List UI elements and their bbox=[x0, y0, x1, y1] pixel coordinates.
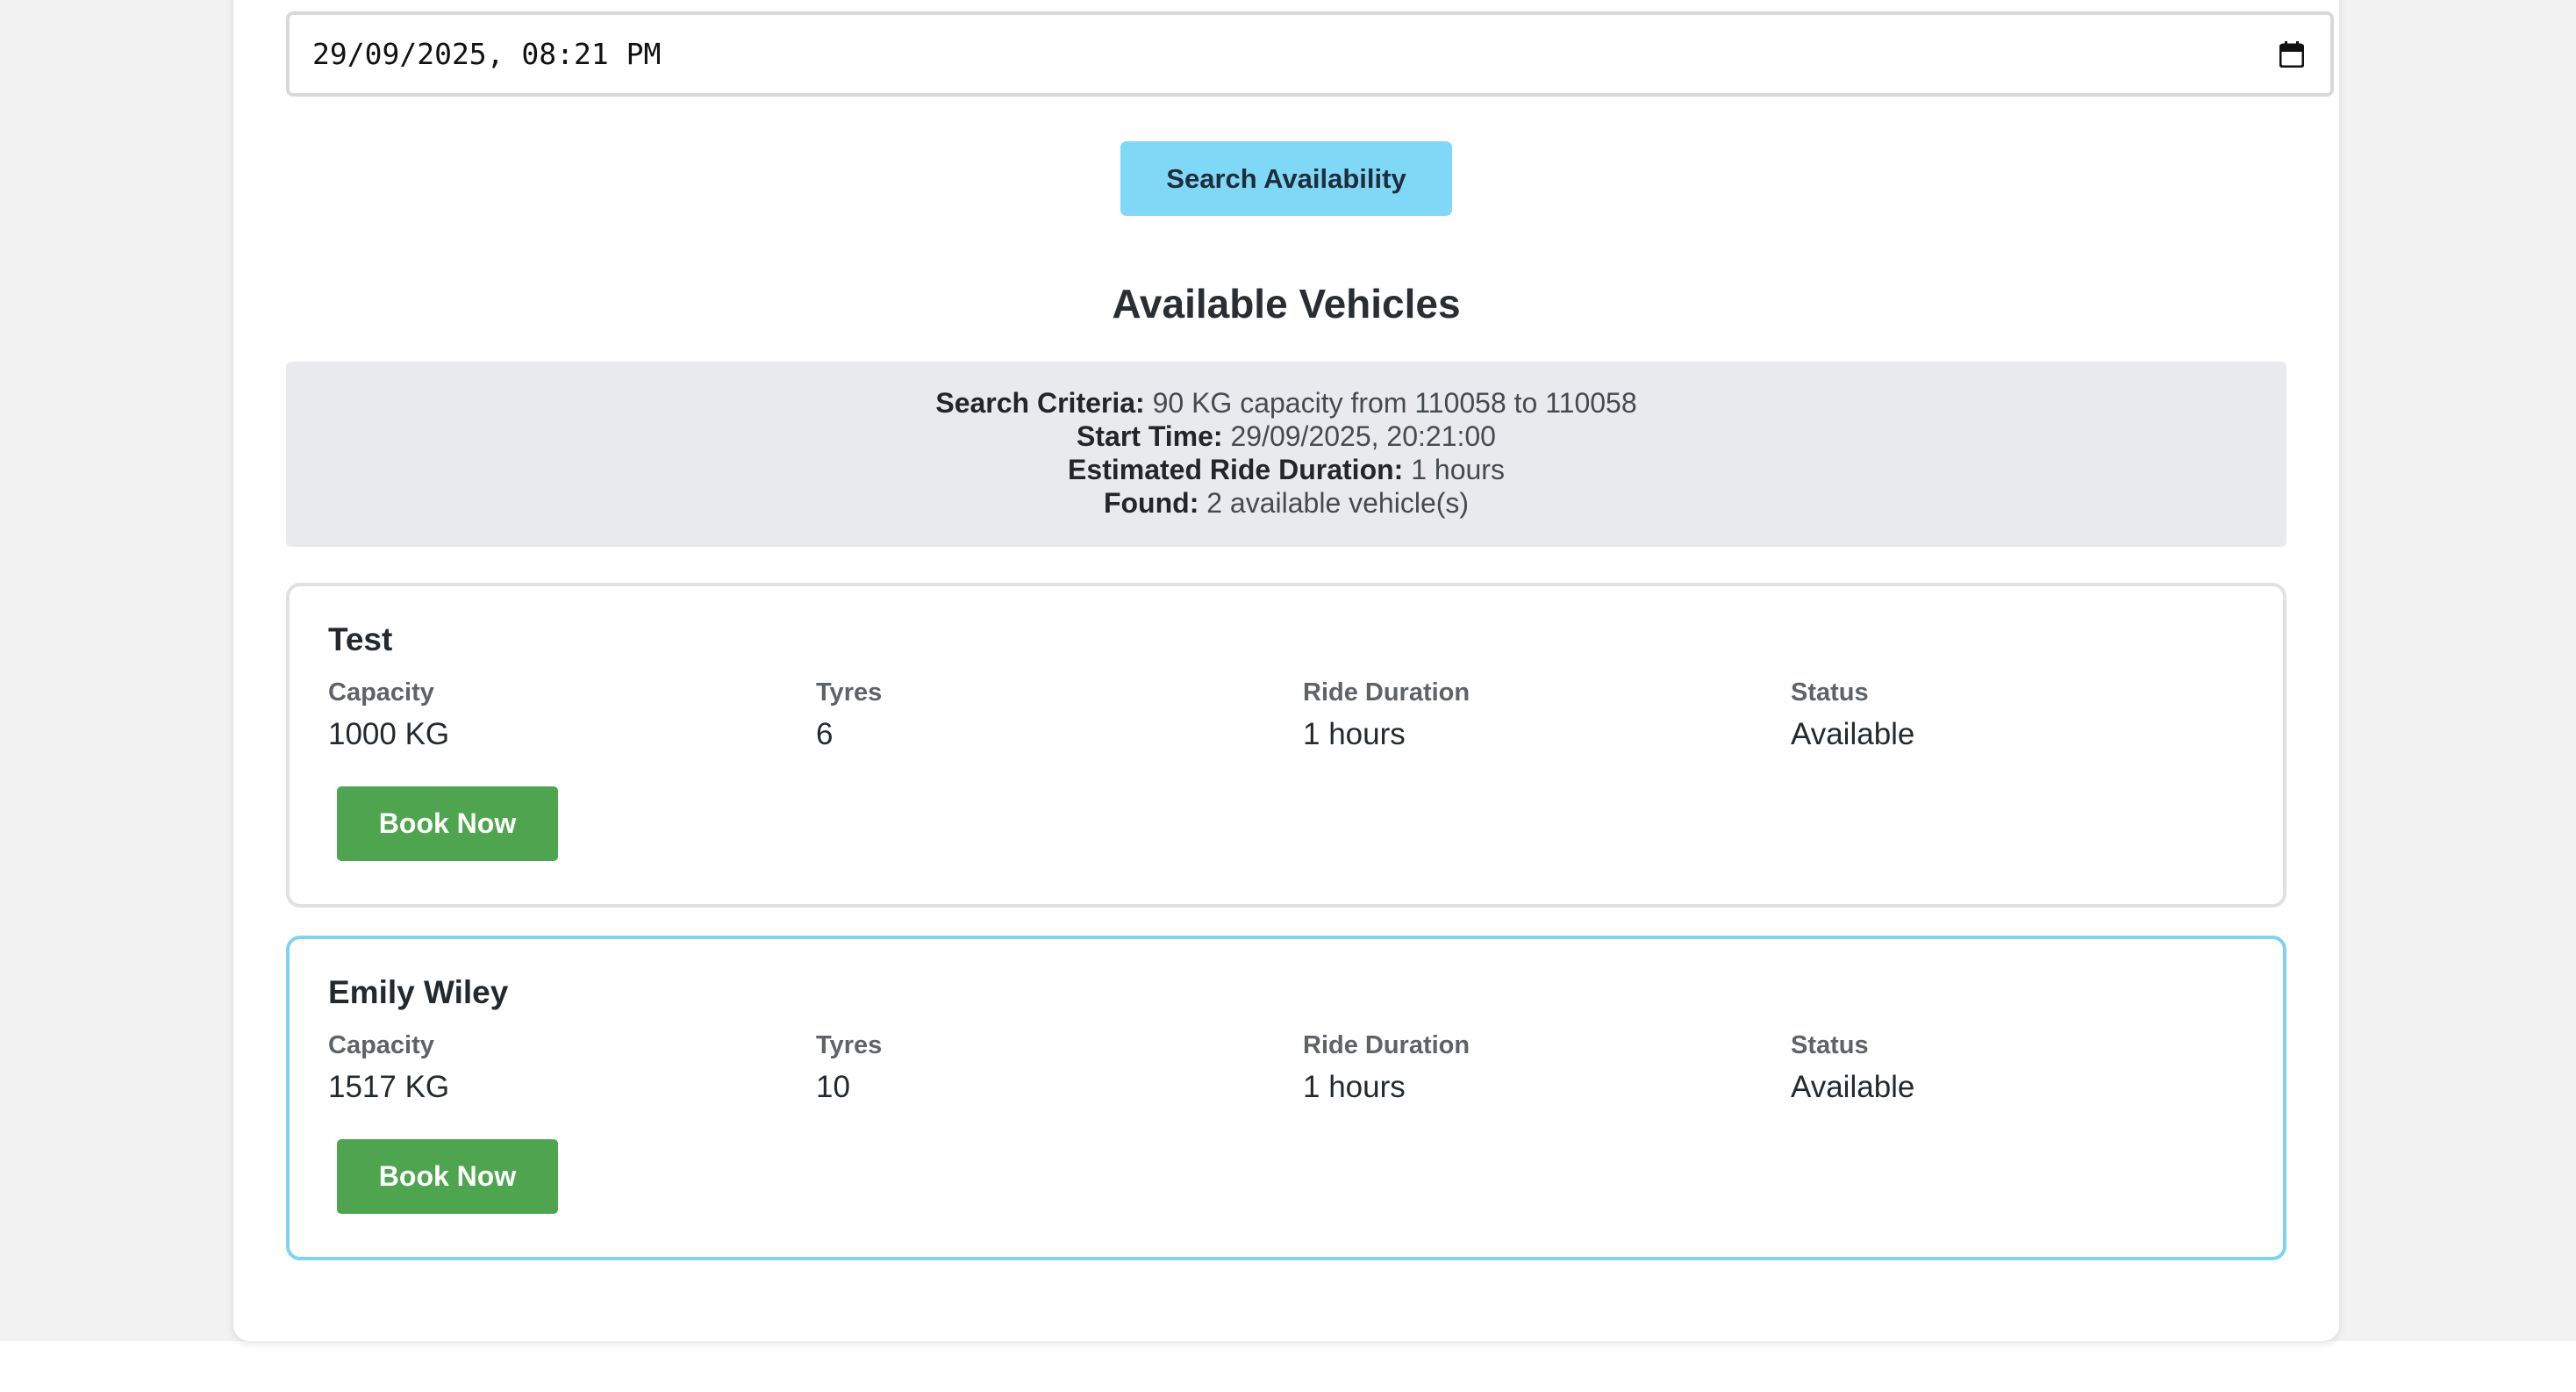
vehicle-name: Emily Wiley bbox=[328, 974, 509, 1010]
criteria-search-value: 90 KG capacity from 110058 to 110058 bbox=[1152, 387, 1637, 419]
search-availability-button[interactable]: Search Availability bbox=[1120, 141, 1452, 216]
capacity-label: Capacity bbox=[328, 1031, 434, 1059]
tyres-label: Tyres bbox=[816, 1031, 883, 1059]
status-field: Status Available bbox=[1791, 1030, 1914, 1106]
capacity-value: 1000 KG bbox=[328, 717, 450, 751]
ride-duration-field: Ride Duration 1 hours bbox=[1303, 678, 1470, 753]
criteria-search-label: Search Criteria: bbox=[935, 387, 1145, 419]
tyres-field: Tyres 10 bbox=[816, 1030, 882, 1106]
book-now-button[interactable]: Book Now bbox=[337, 786, 558, 861]
criteria-found-value: 2 available vehicle(s) bbox=[1206, 487, 1470, 519]
status-field: Status Available bbox=[1791, 678, 1914, 753]
tyres-label: Tyres bbox=[816, 678, 883, 707]
tyres-value: 6 bbox=[816, 717, 834, 751]
tyres-field: Tyres 6 bbox=[816, 678, 882, 753]
criteria-line-start-time: Start Time: 29/09/2025, 20:21:00 bbox=[286, 420, 2286, 453]
status-value: Available bbox=[1791, 717, 1915, 751]
criteria-duration-label: Estimated Ride Duration: bbox=[1068, 454, 1404, 485]
capacity-field: Capacity 1000 KG bbox=[328, 678, 449, 753]
ride-duration-field: Ride Duration 1 hours bbox=[1303, 1030, 1470, 1106]
criteria-line-search: Search Criteria: 90 KG capacity from 110… bbox=[286, 386, 2286, 420]
vehicle-card: Test Capacity 1000 KG Tyres 6 Ride Durat… bbox=[286, 583, 2286, 908]
status-label: Status bbox=[1791, 678, 1869, 707]
ride-duration-label: Ride Duration bbox=[1303, 1031, 1470, 1059]
calendar-icon[interactable] bbox=[2279, 40, 2304, 68]
criteria-line-duration: Estimated Ride Duration: 1 hours bbox=[286, 453, 2286, 486]
status-label: Status bbox=[1791, 1031, 1869, 1059]
search-criteria-summary: Search Criteria: 90 KG capacity from 110… bbox=[286, 362, 2286, 547]
book-now-button[interactable]: Book Now bbox=[337, 1139, 558, 1214]
ride-duration-value: 1 hours bbox=[1303, 717, 1406, 751]
ride-duration-label: Ride Duration bbox=[1303, 678, 1470, 707]
status-value: Available bbox=[1791, 1070, 1915, 1104]
tyres-value: 10 bbox=[816, 1070, 850, 1104]
criteria-duration-value: 1 hours bbox=[1411, 454, 1505, 485]
capacity-field: Capacity 1517 KG bbox=[328, 1030, 449, 1106]
criteria-line-found: Found: 2 available vehicle(s) bbox=[286, 486, 2286, 520]
criteria-start-time-label: Start Time: bbox=[1077, 420, 1223, 452]
start-datetime-input[interactable]: 29/09/2025, 08:21 PM bbox=[286, 11, 2334, 97]
available-vehicles-heading: Available Vehicles bbox=[1112, 281, 1461, 326]
ride-duration-value: 1 hours bbox=[1303, 1070, 1406, 1104]
criteria-start-time-value: 29/09/2025, 20:21:00 bbox=[1230, 420, 1496, 452]
start-datetime-value: 29/09/2025, 08:21 PM bbox=[312, 37, 662, 71]
criteria-found-label: Found: bbox=[1103, 487, 1199, 519]
vehicle-name: Test bbox=[328, 621, 393, 657]
capacity-label: Capacity bbox=[328, 678, 434, 707]
capacity-value: 1517 KG bbox=[328, 1070, 450, 1104]
vehicle-card-selected: Emily Wiley Capacity 1517 KG Tyres 10 Ri… bbox=[286, 936, 2286, 1260]
